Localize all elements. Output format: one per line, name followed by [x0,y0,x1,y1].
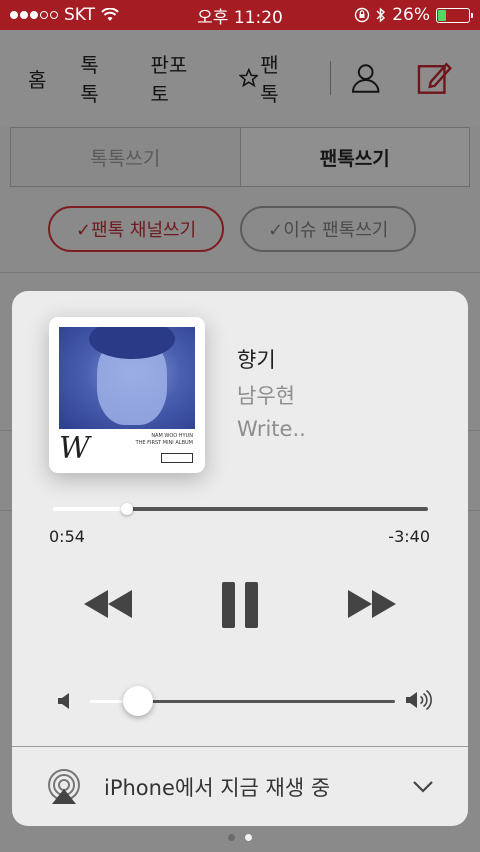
remaining-time: -3:40 [388,527,430,546]
status-bar: SKT 오후 11:20 26% [0,0,480,30]
page-indicator [0,834,480,841]
battery-percent: 26% [392,5,430,25]
nav-divider [330,61,332,95]
compose-icon[interactable] [417,60,452,96]
issue-fantalk-write-button[interactable]: ✓이슈 팬톡쓰기 [240,206,417,252]
app-top-nav: 홈 톡톡 판포토 팬톡 [0,30,480,126]
volume-high-icon [406,689,432,711]
tab-toktok-write[interactable]: 톡톡쓰기 [11,128,240,186]
volume-slider[interactable] [89,686,395,716]
album-art-letter: W [59,431,90,466]
airplay-output-bar[interactable]: iPhone에서 지금 재생 중 [12,746,468,826]
playback-scrubber-knob[interactable] [121,503,134,515]
track-artist: 남우현 [237,384,295,408]
bluetooth-icon [376,7,386,23]
nav-home[interactable]: 홈 [28,64,46,93]
music-control-card: W NAM WOO HYUN THE FIRST MINI ALBUM 향기 남… [12,291,468,826]
orientation-lock-icon [355,7,370,23]
nav-panphoto[interactable]: 판포토 [151,49,205,107]
star-icon [238,68,259,88]
nav-fantalk-label: 팬톡 [260,53,279,106]
album-art-photo [59,327,195,429]
wifi-icon [101,8,119,21]
tab-fantalk-write[interactable]: 팬톡쓰기 [239,128,469,186]
elapsed-time: 0:54 [49,527,85,546]
track-title: 향기 [237,348,276,372]
album-art[interactable]: W NAM WOO HYUN THE FIRST MINI ALBUM [49,317,205,473]
nav-fantalk[interactable]: 팬톡 [238,49,297,107]
page-dot [228,834,235,841]
rewind-icon[interactable] [82,588,134,620]
write-tabs: 톡톡쓰기 팬톡쓰기 [10,127,470,187]
airplay-output-label: iPhone에서 지금 재생 중 [104,775,331,800]
track-album: Write.. [237,417,306,441]
nav-toktok[interactable]: 톡톡 [80,49,116,107]
profile-icon[interactable] [351,62,380,94]
volume-slider-knob[interactable] [122,686,153,716]
chevron-down-icon[interactable] [412,780,434,794]
volume-low-icon [58,693,69,709]
playback-progress-fill [52,507,128,511]
album-art-caption: NAM WOO HYUN THE FIRST MINI ALBUM [135,433,193,446]
battery-icon [436,7,473,23]
carrier-name: SKT [64,5,96,25]
write-type-pills: ✓팬톡 채널쓰기 ✓이슈 팬톡쓰기 [48,206,417,252]
signal-strength-icon [10,11,58,19]
fantalk-channel-write-button[interactable]: ✓팬톡 채널쓰기 [48,206,225,252]
page-dot-active [245,834,252,841]
pause-icon[interactable] [220,581,260,629]
airplay-icon [48,768,80,804]
fast-forward-icon[interactable] [346,588,398,620]
playback-scrubber[interactable] [52,503,428,515]
album-art-stamp [161,453,193,463]
